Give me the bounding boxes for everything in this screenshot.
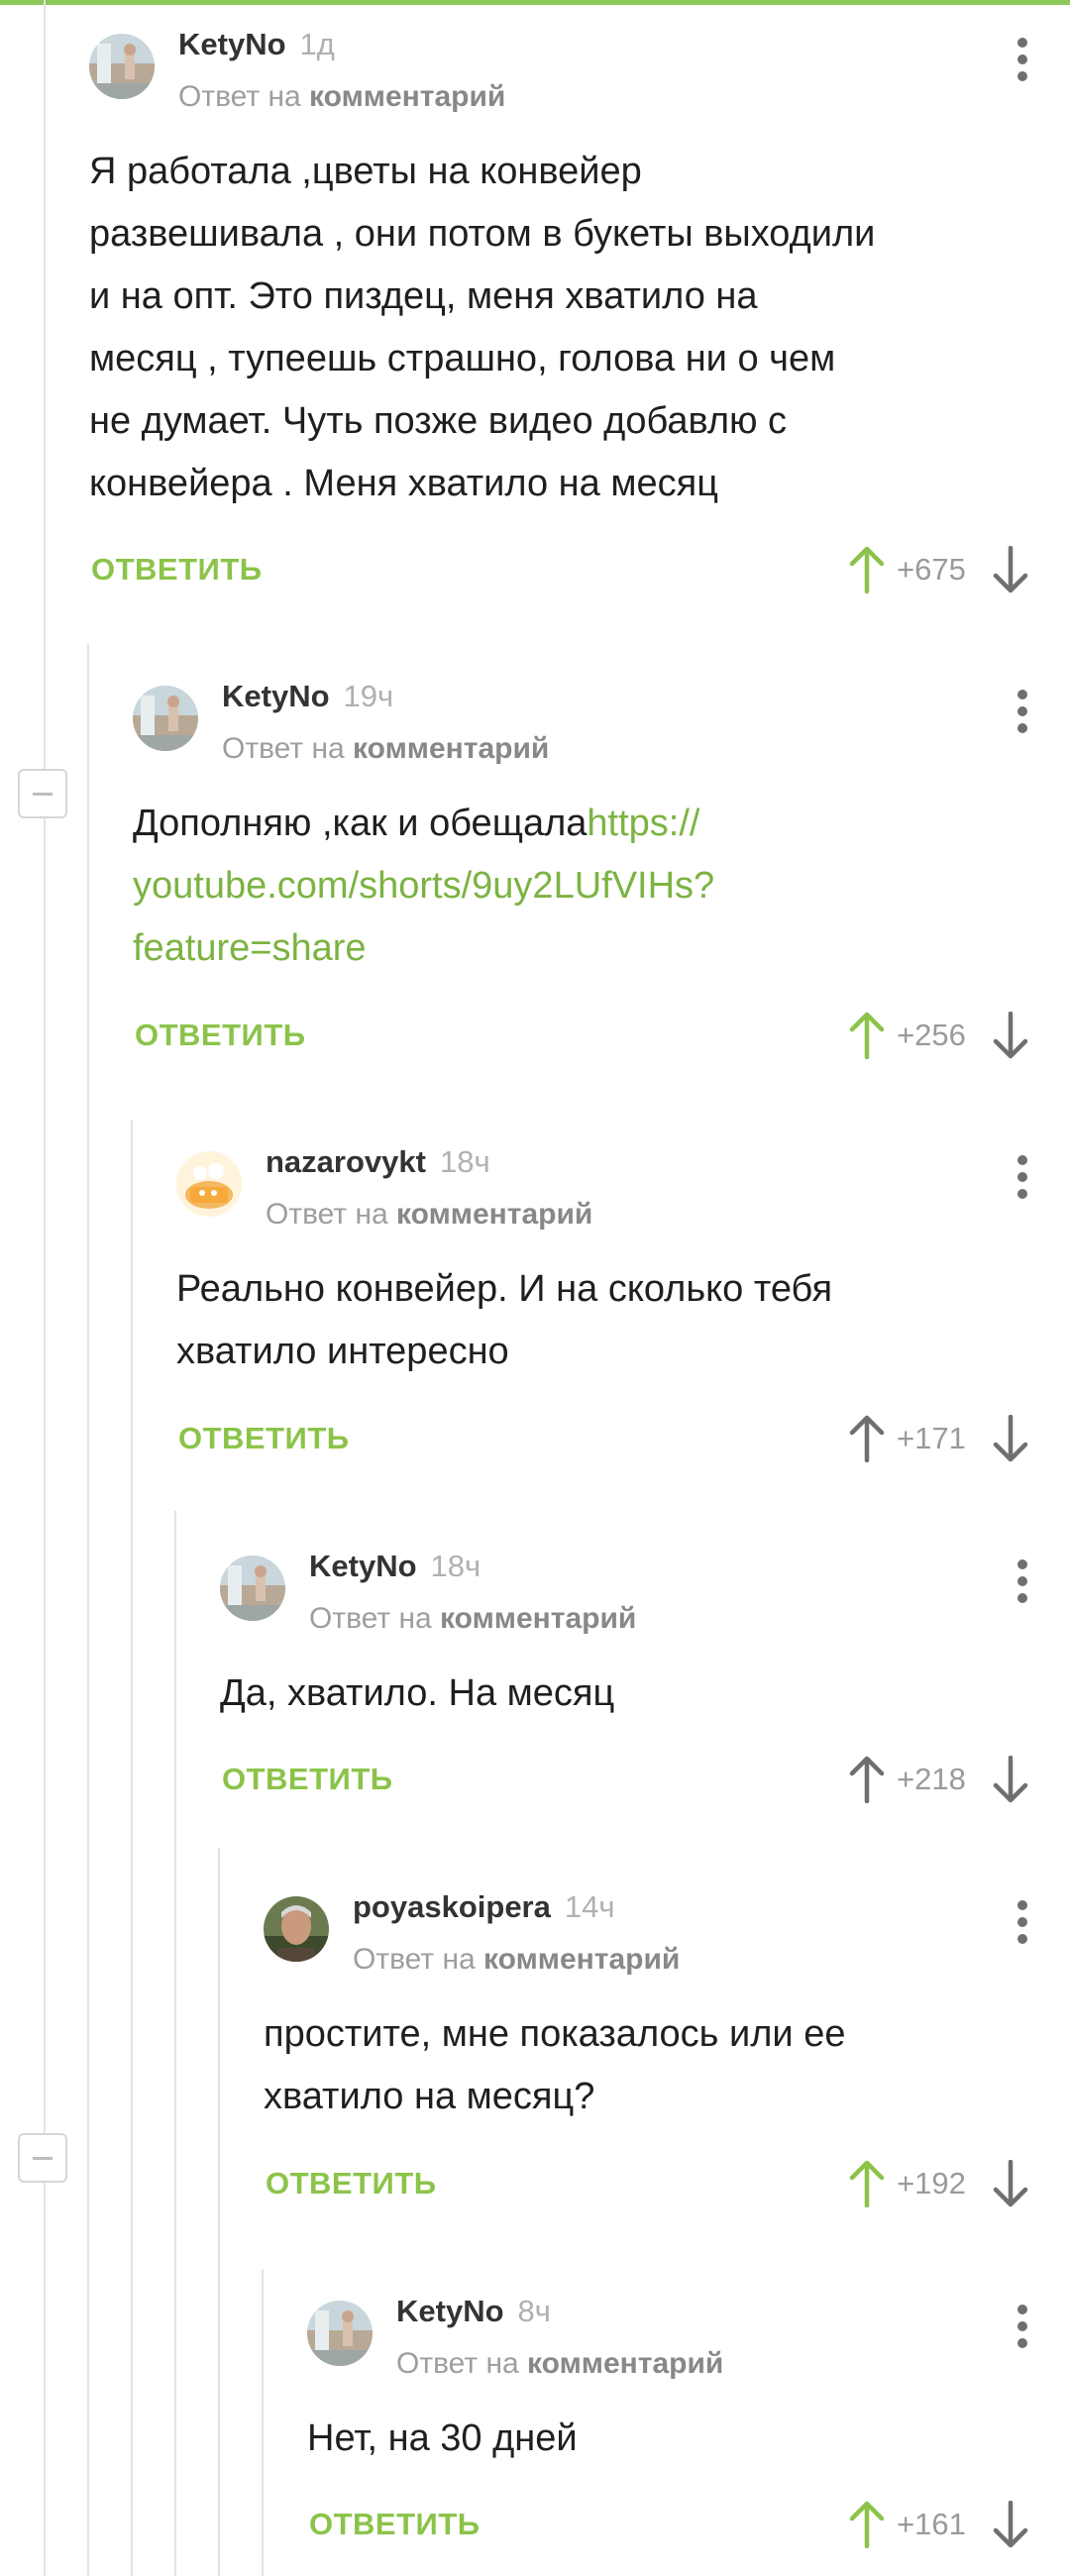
reply-to-link[interactable]: комментарий <box>483 1943 680 1976</box>
thread-line-level-6 <box>262 2269 264 2576</box>
comment-time: 18ч <box>439 1144 490 1179</box>
comment-time: 8ч <box>517 2294 551 2328</box>
more-options-icon[interactable] <box>1015 1900 1030 1946</box>
arrow-up-icon[interactable] <box>847 1415 887 1462</box>
comment: KetyNo 8ч Ответ на комментарий Нет, на 30… <box>307 2289 1030 2566</box>
reply-button[interactable]: ОТВЕТИТЬ <box>91 540 263 599</box>
thread-line-level-2 <box>87 644 89 2576</box>
reply-to-label: Ответ на комментарий <box>178 80 506 113</box>
arrow-down-icon[interactable] <box>991 2160 1030 2207</box>
comment-actions: ОТВЕТИТЬ +161 <box>307 2495 1030 2554</box>
reply-to-link[interactable]: комментарий <box>396 1198 592 1231</box>
comment-text: Реально конвейер. И на сколько тебя хвати… <box>176 1268 833 1372</box>
comment: KetyNo 1д Ответ на комментарий Я работала… <box>89 22 1030 606</box>
comment: nazarovykt 18ч Ответ на комментарий Реаль… <box>176 1139 1030 1466</box>
reply-button[interactable]: ОТВЕТИТЬ <box>266 2154 437 2213</box>
arrow-down-icon[interactable] <box>991 546 1030 593</box>
more-options-icon[interactable] <box>1015 1155 1030 1201</box>
reply-button[interactable]: ОТВЕТИТЬ <box>309 2495 481 2554</box>
landscape-photo-avatar-icon <box>307 2301 373 2366</box>
collapse-thread-button[interactable] <box>18 769 67 818</box>
reply-to-label: Ответ на комментарий <box>222 732 550 765</box>
reply-to-label: Ответ на комментарий <box>396 2347 724 2380</box>
avatar[interactable] <box>220 1556 285 1621</box>
comment: KetyNo 18ч Ответ на комментарий Да, хвати… <box>220 1544 1030 1821</box>
avatar[interactable] <box>176 1151 242 1217</box>
comment-author[interactable]: KetyNo 19ч <box>222 674 393 719</box>
comment-score: +192 <box>897 2166 966 2200</box>
comment-author[interactable]: KetyNo 18ч <box>309 1544 481 1589</box>
comment-actions: ОТВЕТИТЬ +171 <box>176 1409 1030 1468</box>
video-link[interactable]: feature=share <box>133 927 367 969</box>
thread-line-level-3 <box>131 1120 133 2576</box>
reply-to-link[interactable]: комментарий <box>440 1602 636 1635</box>
arrow-down-icon[interactable] <box>991 1012 1030 1059</box>
avatar[interactable] <box>133 686 198 751</box>
reply-to-link[interactable]: комментарий <box>527 2347 723 2380</box>
thread-line-level-4 <box>174 1511 176 2576</box>
comment-author[interactable]: KetyNo 1д <box>178 22 335 67</box>
comment-author[interactable]: poyaskoipera 14ч <box>353 1884 615 1930</box>
video-link[interactable]: youtube.com/shorts/9uy2LUfVIHs? <box>133 865 714 907</box>
reply-button[interactable]: ОТВЕТИТЬ <box>178 1409 350 1468</box>
comment-time: 19ч <box>343 679 394 713</box>
reply-to-label: Ответ на комментарий <box>353 1943 681 1976</box>
reply-to-label: Ответ на комментарий <box>309 1602 637 1635</box>
comment-author[interactable]: KetyNo 8ч <box>396 2289 551 2334</box>
thread-line-level-1 <box>44 0 46 2576</box>
reply-button[interactable]: ОТВЕТИТЬ <box>222 1750 393 1809</box>
comment-actions: ОТВЕТИТЬ +192 <box>264 2154 1030 2213</box>
arrow-down-icon[interactable] <box>991 1415 1030 1462</box>
thread-line-level-5 <box>218 1848 220 2576</box>
avatar[interactable] <box>89 34 155 99</box>
more-options-icon[interactable] <box>1015 1559 1030 1605</box>
comment-actions: ОТВЕТИТЬ +675 <box>89 540 1030 599</box>
avatar[interactable] <box>307 2301 373 2366</box>
comment-text: простите, мне показалось или ее хватило н… <box>264 2013 846 2117</box>
arrow-up-icon[interactable] <box>847 1756 887 1803</box>
arrow-up-icon[interactable] <box>847 546 887 593</box>
arrow-up-icon[interactable] <box>847 2501 887 2548</box>
comment-text: Дополняю ,как и обещалаhttps:// youtube.… <box>133 803 715 969</box>
comment-author[interactable]: nazarovykt 18ч <box>266 1139 490 1185</box>
arrow-up-icon[interactable] <box>847 1012 887 1059</box>
top-accent-bar <box>0 0 1070 5</box>
comment-score: +256 <box>897 1018 966 1052</box>
portrait-photo-avatar-icon <box>264 1896 329 1962</box>
reply-to-link[interactable]: комментарий <box>353 732 549 765</box>
comment-actions: ОТВЕТИТЬ +218 <box>220 1750 1030 1809</box>
comment-text: Да, хватило. На месяц <box>220 1672 615 1714</box>
landscape-photo-avatar-icon <box>220 1556 285 1621</box>
arrow-down-icon[interactable] <box>991 2501 1030 2548</box>
comment-time: 1д <box>299 27 335 61</box>
collapse-thread-button[interactable] <box>18 2133 67 2183</box>
arrow-up-icon[interactable] <box>847 2160 887 2207</box>
reply-button[interactable]: ОТВЕТИТЬ <box>135 1006 306 1065</box>
comment: poyaskoipera 14ч Ответ на комментарий про… <box>264 1884 1030 2221</box>
comment-score: +675 <box>897 552 966 587</box>
comment-time: 18ч <box>430 1549 482 1583</box>
reply-to-label: Ответ на комментарий <box>266 1198 593 1231</box>
more-options-icon[interactable] <box>1015 2305 1030 2350</box>
arrow-down-icon[interactable] <box>991 1756 1030 1803</box>
comment: KetyNo 19ч Ответ на комментарий Дополняю … <box>133 674 1030 1070</box>
more-options-icon[interactable] <box>1015 38 1030 83</box>
more-options-icon[interactable] <box>1015 690 1030 735</box>
cartoon-avatar-icon <box>176 1151 242 1217</box>
comment-text: Нет, на 30 дней <box>307 2417 578 2459</box>
comment-score: +161 <box>897 2507 966 2541</box>
comment-score: +218 <box>897 1762 966 1796</box>
comment-time: 14ч <box>564 1889 615 1924</box>
comment-actions: ОТВЕТИТЬ +256 <box>133 1006 1030 1065</box>
comment-text: Я работала ,цветы на конвейер развешивала… <box>89 151 876 504</box>
landscape-photo-avatar-icon <box>133 686 198 751</box>
landscape-photo-avatar-icon <box>89 34 155 99</box>
comment-score: +171 <box>897 1421 966 1455</box>
reply-to-link[interactable]: комментарий <box>309 80 505 113</box>
video-link[interactable]: https:// <box>587 803 699 844</box>
avatar[interactable] <box>264 1896 329 1962</box>
